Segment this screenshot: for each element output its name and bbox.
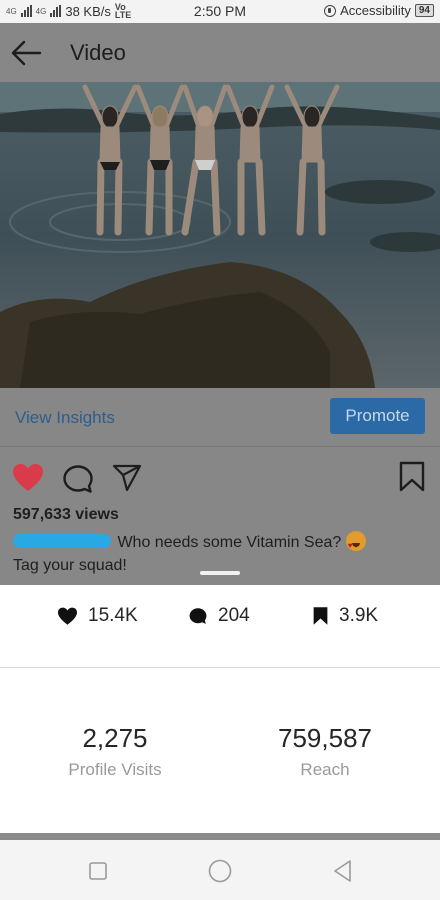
likes-stat: 15.4K bbox=[57, 605, 138, 627]
status-bar: 4G 4G 38 KB/s Vo LTE 2:50 PM Accessibilit… bbox=[0, 0, 440, 23]
accessibility-icon bbox=[324, 4, 337, 17]
comment-bubble-icon[interactable] bbox=[62, 464, 94, 494]
bookmark-filled-icon bbox=[313, 607, 328, 625]
caption-text-2: Tag your squad! bbox=[13, 557, 127, 574]
dimmed-post-view: Video View Insights Promote 597,633 view… bbox=[0, 23, 440, 585]
system-navigation-bar bbox=[0, 840, 440, 900]
reach-value: 759,587 bbox=[278, 723, 372, 753]
heart-icon[interactable] bbox=[12, 463, 44, 493]
triangle-back-icon[interactable] bbox=[330, 858, 356, 884]
comment-filled-icon bbox=[189, 608, 207, 624]
saves-stat: 3.9K bbox=[312, 605, 378, 627]
heart-filled-icon bbox=[58, 607, 77, 625]
square-icon[interactable] bbox=[85, 858, 111, 884]
view-insights-link[interactable]: View Insights bbox=[15, 408, 115, 428]
insights-sheet: 15.4K 204 3.9K 2,275 Profile Visits 759,… bbox=[0, 585, 440, 833]
battery-indicator: 94 bbox=[414, 4, 434, 17]
bookmark-icon[interactable] bbox=[399, 461, 425, 493]
status-right: Accessibility 94 bbox=[324, 3, 434, 18]
comments-count: 204 bbox=[218, 605, 250, 626]
caption-text: Who needs some Vitamin Sea? bbox=[117, 534, 342, 551]
arrow-left-icon[interactable] bbox=[10, 39, 42, 67]
promote-button[interactable]: Promote bbox=[330, 398, 425, 434]
divider bbox=[0, 446, 440, 447]
profile-visits-metric: 2,275 Profile Visits bbox=[5, 723, 225, 780]
sheet-drag-handle[interactable] bbox=[200, 571, 240, 575]
circle-icon[interactable] bbox=[207, 858, 233, 884]
star-struck-emoji-icon bbox=[345, 531, 366, 557]
reach-label: Reach bbox=[300, 760, 350, 779]
redacted-username bbox=[13, 534, 111, 548]
accessibility-label: Accessibility bbox=[340, 3, 411, 18]
video-thumbnail[interactable] bbox=[0, 82, 440, 388]
profile-visits-label: Profile Visits bbox=[68, 760, 162, 779]
divider bbox=[0, 667, 440, 668]
page-title: Video bbox=[70, 40, 126, 65]
top-bar: Video bbox=[0, 23, 440, 82]
reach-metric: 759,587 Reach bbox=[215, 723, 435, 780]
comments-stat: 204 bbox=[188, 605, 250, 627]
engagement-stats: 15.4K 204 3.9K bbox=[0, 605, 440, 649]
likes-count: 15.4K bbox=[88, 605, 138, 626]
profile-visits-value: 2,275 bbox=[82, 723, 148, 753]
paper-plane-icon[interactable] bbox=[112, 463, 142, 493]
view-count: 597,633 views bbox=[13, 506, 119, 523]
sheet-bottom-edge bbox=[0, 833, 440, 840]
saves-count: 3.9K bbox=[339, 605, 379, 626]
